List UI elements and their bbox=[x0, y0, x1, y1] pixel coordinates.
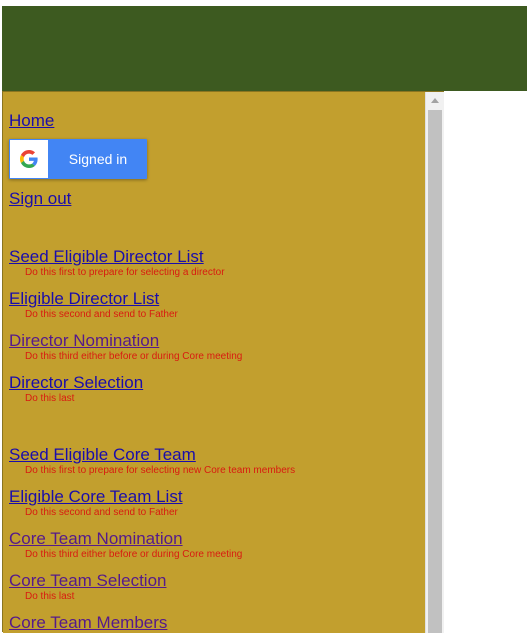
vertical-scrollbar[interactable] bbox=[425, 92, 444, 633]
scroll-up-arrow-icon[interactable] bbox=[426, 92, 444, 109]
director-selection-hint: Do this last bbox=[25, 393, 75, 404]
seed-eligible-core-team-link[interactable]: Seed Eligible Core Team bbox=[9, 445, 196, 465]
director-nomination-hint: Do this third either before or during Co… bbox=[25, 351, 243, 362]
google-signin-button[interactable]: Signed in bbox=[9, 139, 147, 179]
header-bar bbox=[2, 6, 527, 91]
eligible-director-list-hint: Do this second and send to Father bbox=[25, 309, 178, 320]
eligible-director-list-link[interactable]: Eligible Director List bbox=[9, 289, 159, 309]
eligible-core-team-list-link[interactable]: Eligible Core Team List bbox=[9, 487, 183, 507]
core-team-selection-hint: Do this last bbox=[25, 591, 75, 602]
director-nomination-link[interactable]: Director Nomination bbox=[9, 331, 159, 351]
scrollbar-thumb[interactable] bbox=[428, 110, 442, 633]
core-team-selection-link[interactable]: Core Team Selection bbox=[9, 571, 167, 591]
director-selection-link[interactable]: Director Selection bbox=[9, 373, 143, 393]
home-link[interactable]: Home bbox=[9, 111, 54, 131]
google-button-label: Signed in bbox=[68, 151, 128, 167]
side-panel: Home Signed in Sign out Seed Eligible Di… bbox=[2, 91, 444, 633]
seed-eligible-director-hint: Do this first to prepare for selecting a… bbox=[25, 267, 225, 278]
core-team-nomination-hint: Do this third either before or during Co… bbox=[25, 549, 243, 560]
core-team-nomination-link[interactable]: Core Team Nomination bbox=[9, 529, 183, 549]
seed-eligible-director-link[interactable]: Seed Eligible Director List bbox=[9, 247, 204, 267]
panel-content: Home Signed in Sign out Seed Eligible Di… bbox=[3, 92, 425, 633]
eligible-core-team-list-hint: Do this second and send to Father bbox=[25, 507, 178, 518]
google-g-icon bbox=[10, 140, 48, 178]
core-team-members-link[interactable]: Core Team Members bbox=[9, 613, 167, 633]
seed-eligible-core-team-hint: Do this first to prepare for selecting n… bbox=[25, 465, 296, 476]
sign-out-link[interactable]: Sign out bbox=[9, 189, 71, 209]
